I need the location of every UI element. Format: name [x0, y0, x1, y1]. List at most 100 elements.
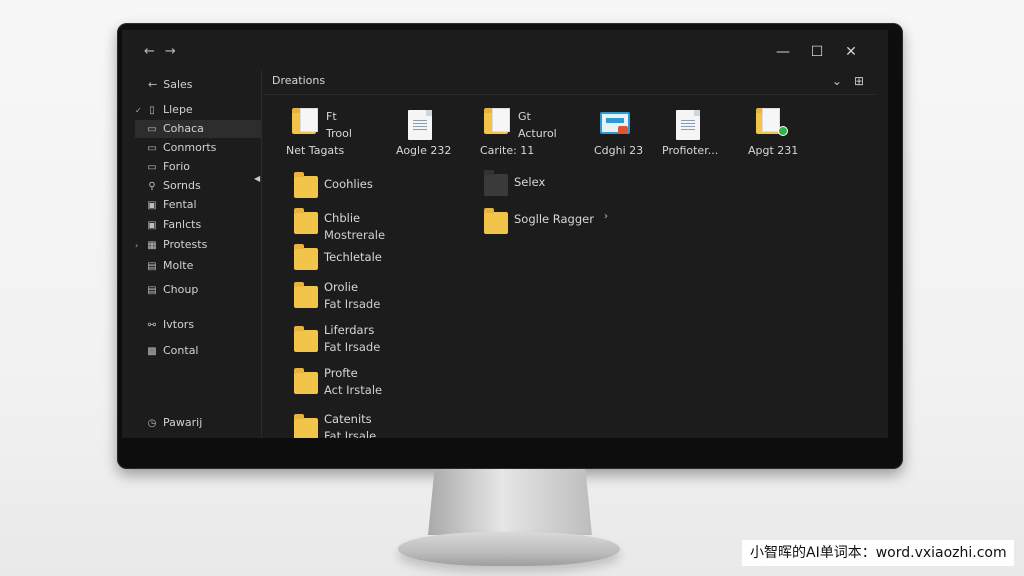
folder-icon: ▭: [147, 124, 157, 135]
sidebar-item-molte[interactable]: ▤ Molte: [135, 257, 261, 275]
forward-arrow-icon[interactable]: →: [165, 44, 186, 59]
document-icon: [662, 106, 746, 144]
tile-label: Apgt 231: [748, 144, 799, 157]
clock-icon: ◷: [147, 418, 157, 429]
tile-label: Carite: 11: [480, 144, 535, 157]
tile-carite-11[interactable]: Gt Acturol Carite: 11: [478, 106, 562, 157]
tile-label: Aogle 232: [396, 144, 452, 157]
sidebar-item-ivtors[interactable]: ⚯ Ivtors: [135, 316, 261, 334]
sidebar-header[interactable]: ← Sales: [148, 78, 193, 91]
sidebar-item-label: Llepe: [163, 103, 193, 116]
sidebar-item-label: Contal: [163, 344, 199, 357]
sidebar-item-sornds[interactable]: ⚲ Sornds: [135, 177, 261, 195]
folder-icon: [294, 172, 318, 198]
collapse-handle-icon[interactable]: ◀: [254, 174, 260, 183]
sidebar-header-label: Sales: [163, 78, 193, 91]
sidebar-item-protests[interactable]: › ▦ Protests: [135, 236, 261, 254]
tile-label: Trool: [326, 127, 352, 140]
list-item-label: Soglle Ragger: [514, 212, 594, 226]
calendar-icon: ▤: [147, 261, 157, 272]
view-grid-icon[interactable]: ⊞: [854, 74, 864, 88]
sidebar-item-fental[interactable]: ▣ Fental: [135, 196, 261, 214]
list-item-label: Coohlies: [324, 177, 373, 191]
document-icon: ▭: [147, 143, 157, 154]
tile-label: Cdghi 23: [594, 144, 644, 157]
tile-aogle-232[interactable]: Aogle 232: [394, 106, 478, 157]
chevron-down-icon[interactable]: ⌄: [832, 74, 842, 88]
monitor-stand-neck: [428, 469, 592, 535]
title-bar: ←→ — ☐ ✕: [122, 30, 888, 70]
tile-label: Profioter...: [662, 144, 719, 157]
document-icon: ▯: [149, 105, 155, 116]
nav-arrows: ←→: [144, 44, 186, 59]
document-icon: ▭: [147, 162, 157, 173]
tile-profioter[interactable]: Profioter...: [662, 106, 746, 157]
folder-icon: [294, 414, 318, 438]
sidebar-item-choup[interactable]: ▤ Choup: [135, 281, 261, 299]
tile-label: Ft: [326, 110, 337, 123]
maximize-button[interactable]: ☐: [800, 44, 834, 60]
image-icon: ▣: [147, 200, 157, 211]
sidebar-item-label: Fanlcts: [163, 218, 202, 231]
list-item-sublabel: Fat Irsale: [324, 429, 377, 438]
back-arrow-icon[interactable]: ←: [144, 44, 165, 59]
sidebar-item-forio[interactable]: ▭ Forio: [135, 158, 261, 176]
list-item-sublabel: Fat Irsade: [324, 297, 381, 311]
chevron-right-icon[interactable]: ›: [604, 211, 608, 222]
tile-label: Net Tagats: [286, 144, 345, 157]
tile-label: Gt: [518, 110, 531, 123]
sidebar-item-fanlcts[interactable]: ▣ Fanlcts: [135, 216, 261, 234]
minimize-button[interactable]: —: [766, 44, 800, 60]
chevron-down-icon[interactable]: ✓: [135, 102, 145, 120]
tile-net-tagats[interactable]: Ft Trool Net Tagats: [286, 106, 370, 157]
group-icon: ▤: [147, 285, 157, 296]
folder-icon: [294, 326, 318, 352]
breadcrumb[interactable]: Dreations: [272, 74, 325, 87]
folder-icon: [294, 282, 318, 308]
list-item-label: Catenits: [324, 412, 372, 426]
back-arrow-icon[interactable]: ←: [148, 78, 157, 91]
sidebar-item-label: Protests: [163, 238, 208, 251]
header-actions: ⌄ ⊞: [820, 74, 864, 88]
sidebar-item-llepe[interactable]: ✓ ▯ Llepe: [135, 101, 261, 119]
file-explorer-window: ←→ — ☐ ✕ ← Sales ✓ ▯ Llepe ▭ Cohaca ▭ Conmorts …: [122, 30, 888, 438]
link-icon: ⚯: [147, 320, 157, 331]
list-item-label: Techletale: [324, 250, 382, 264]
tile-label: Acturol: [518, 127, 557, 140]
folder-icon: [484, 170, 508, 196]
window-controls: — ☐ ✕: [766, 44, 868, 60]
list-item-label: Selex: [514, 175, 546, 189]
tile-apgt-231[interactable]: Apgt 231: [746, 106, 830, 157]
list-item-label: Liferdars: [324, 323, 375, 337]
sidebar-item-label: Forio: [163, 160, 190, 173]
chevron-right-icon[interactable]: ›: [135, 237, 145, 255]
sidebar-item-label: Conmorts: [163, 141, 217, 154]
sidebar: ← Sales ✓ ▯ Llepe ▭ Cohaca ▭ Conmorts ▭ Forio …: [122, 70, 262, 438]
sidebar-item-label: Sornds: [163, 179, 201, 192]
close-button[interactable]: ✕: [834, 44, 868, 60]
sidebar-item-label: Fental: [163, 198, 197, 211]
header-divider: [264, 94, 876, 95]
folder-sync-icon: [746, 106, 830, 144]
list-item-label: Profte: [324, 366, 358, 380]
sidebar-item-label: Molte: [163, 259, 194, 272]
list-item-sublabel: Fat Irsade: [324, 340, 381, 354]
link-icon: ⚲: [148, 181, 156, 192]
sidebar-item-pawarij[interactable]: ◷ Pawarij: [135, 414, 261, 432]
monitor-stand-base: [398, 532, 620, 566]
image-icon: ▣: [147, 220, 157, 231]
sidebar-item-conmorts[interactable]: ▭ Conmorts: [135, 139, 261, 157]
folder-icon: [294, 244, 318, 270]
watermark-caption: 小智晖的AI单词本：word.vxiaozhi.com: [742, 540, 1014, 566]
list-item-label: Orolie: [324, 280, 359, 294]
grid-icon: ▦: [147, 240, 157, 251]
sidebar-item-label: Pawarij: [163, 416, 203, 429]
sidebar-item-contal[interactable]: ▩ Contal: [135, 342, 261, 360]
sidebar-item-label: Cohaca: [163, 122, 204, 135]
sidebar-item-label: Ivtors: [163, 318, 195, 331]
list-item-label: Chblie: [324, 211, 361, 225]
sidebar-item-cohaca[interactable]: ▭ Cohaca: [135, 120, 261, 138]
document-icon: [394, 106, 478, 144]
list-item-sublabel: Mostrerale: [324, 228, 386, 242]
sidebar-item-label: Choup: [163, 283, 199, 296]
